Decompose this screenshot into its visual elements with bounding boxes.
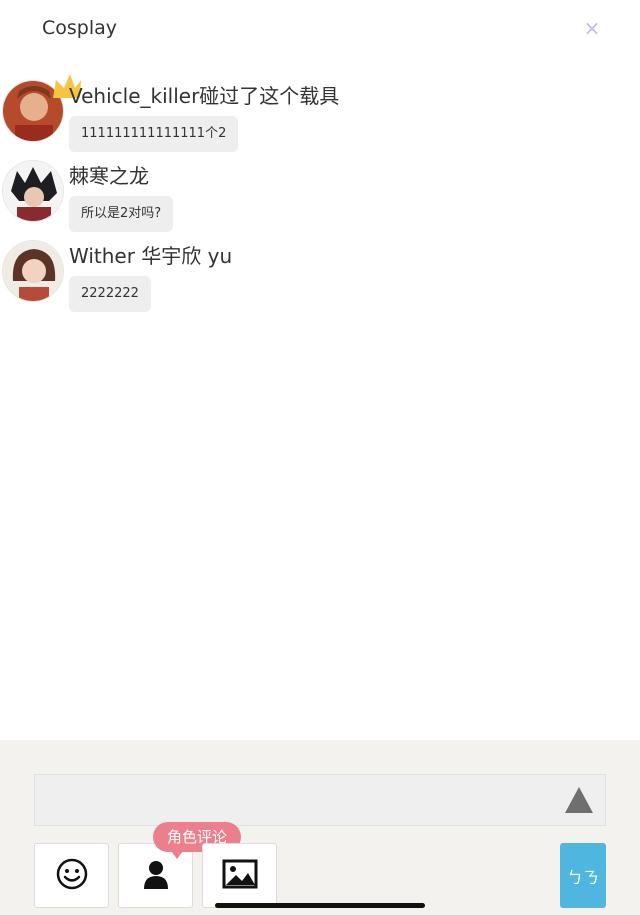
comment-item: Vehicle_killer碰过了这个载具 111111111111111个2 (0, 74, 640, 160)
comment-author[interactable]: 棘寒之龙 (69, 160, 149, 189)
avatar[interactable] (2, 240, 64, 302)
header: Cosplay × (0, 0, 640, 62)
comment-item: 棘寒之龙 所以是2对吗? (0, 160, 640, 240)
page-title: Cosplay (42, 17, 118, 39)
triangle-up-icon[interactable] (565, 787, 593, 813)
home-indicator (215, 903, 425, 908)
comment-input[interactable] (34, 774, 606, 826)
comment-bubble: 所以是2对吗? (69, 196, 174, 232)
composer: 角色评论 ㄅㄋ (0, 740, 640, 915)
emoji-button[interactable] (34, 843, 109, 908)
comment-item: Wither 华宇欣 yu 2222222 (0, 240, 640, 320)
image-button[interactable] (202, 843, 277, 908)
comment-author[interactable]: Wither 华宇欣 yu (69, 240, 232, 269)
close-button[interactable]: × (578, 14, 606, 42)
screen: Cosplay × Vehicle_killer碰过了这个载具 11111111… (0, 0, 640, 915)
comment-bubble: 2222222 (69, 276, 151, 312)
smiley-icon (56, 858, 88, 894)
comment-bubble: 111111111111111个2 (69, 116, 239, 152)
side-action-button[interactable]: ㄅㄋ (560, 843, 606, 908)
avatar[interactable] (2, 160, 64, 222)
person-icon (142, 859, 170, 893)
comment-author[interactable]: Vehicle_killer碰过了这个载具 (69, 80, 339, 109)
image-icon (222, 859, 258, 893)
